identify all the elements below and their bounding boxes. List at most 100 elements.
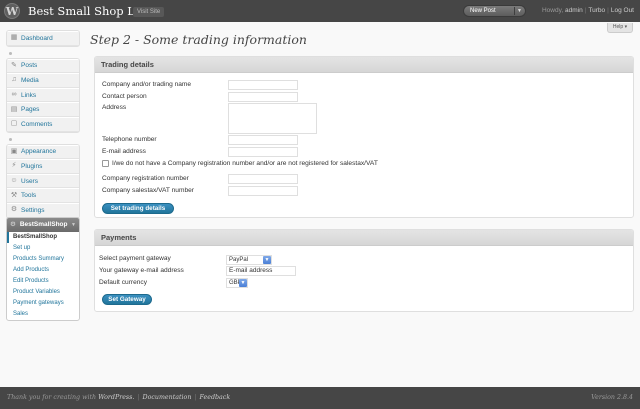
sidebar-item-dashboard[interactable]: ▦ Dashboard (7, 31, 79, 46)
documentation-link[interactable]: Documentation (143, 394, 192, 401)
admin-footer: Thank you for creating with WordPress. | D… (0, 387, 640, 409)
sidebar-item-posts[interactable]: ✎ Posts (7, 58, 79, 74)
sidebar-item-tools[interactable]: ⚒ Tools (7, 188, 79, 203)
gear-icon: ⚙ (10, 221, 16, 228)
user-link[interactable]: admin (565, 7, 583, 14)
posts-icon: ✎ (11, 61, 17, 69)
submenu-add-products[interactable]: Add Products (7, 265, 79, 276)
registration-number-label: Company registration number (102, 175, 189, 182)
sidebar-item-label: Users (21, 177, 38, 185)
sidebar-item-label: Plugins (21, 162, 43, 170)
submenu-set-up[interactable]: Set up (7, 243, 79, 254)
default-currency-select[interactable]: GBP ▼ (226, 278, 248, 288)
default-currency-label: Default currency (99, 279, 148, 286)
payments-box: Payments Select payment gateway PayPal ▼… (94, 229, 634, 312)
chevron-down-icon[interactable]: ▼ (514, 7, 524, 15)
payment-gateway-label: Select payment gateway (99, 255, 171, 262)
payment-gateway-value: PayPal (229, 257, 249, 263)
new-post-dropdown[interactable]: New Post ▼ (463, 5, 526, 17)
menu-separator (6, 50, 80, 58)
submenu-edit-products[interactable]: Edit Products (7, 276, 79, 287)
address-label: Address (102, 104, 127, 111)
sidebar-item-appearance[interactable]: ▣ Appearance (7, 144, 79, 160)
set-trading-details-button[interactable]: Set trading details (102, 203, 174, 214)
page-title: Step 2 - Some trading information (90, 32, 307, 47)
sidebar-item-bestsmallshop[interactable]: ⚙ BestSmallShop ▼ (7, 218, 79, 232)
sidebar-item-media[interactable]: ♫ Media (7, 73, 79, 88)
admin-sidebar: ▦ Dashboard ✎ Posts ♫ Media ∞ Links ▤ Pages ▢… (6, 30, 80, 222)
vat-number-label: Company salestax/VAT number (102, 187, 194, 194)
submenu-sales[interactable]: Sales (7, 309, 79, 320)
sidebar-item-label: Appearance (21, 148, 57, 156)
wordpress-logo-icon: W (4, 3, 20, 19)
pages-icon: ▤ (10, 105, 18, 113)
submenu-products-summary[interactable]: Products Summary (7, 254, 79, 265)
appearance-icon: ▣ (10, 147, 18, 155)
comments-icon: ▢ (10, 120, 18, 128)
address-textarea[interactable] (228, 103, 317, 134)
chevron-down-icon[interactable]: ▼ (71, 218, 76, 232)
sidebar-item-links[interactable]: ∞ Links (7, 87, 79, 103)
dashboard-icon: ▦ (10, 34, 18, 42)
menu-group-dashboard: ▦ Dashboard (6, 30, 80, 47)
footer-links: Thank you for creating with WordPress. | D… (7, 394, 231, 401)
no-registration-label: I/we do not have a Company registration … (112, 160, 378, 167)
sidebar-item-label: Settings (21, 206, 45, 214)
footer-thanks: Thank you for creating with (7, 394, 97, 401)
user-links: Howdy, admin | Turbo | Log Out (541, 7, 634, 14)
settings-icon: ⚙ (10, 206, 18, 214)
chevron-down-icon: ▼ (239, 279, 247, 287)
company-name-field[interactable] (228, 80, 298, 90)
sidebar-item-label: Comments (21, 120, 53, 128)
payment-gateway-select[interactable]: PayPal ▼ (226, 255, 272, 265)
gateway-email-label: Your gateway e-mail address (99, 267, 184, 274)
feedback-link[interactable]: Feedback (200, 394, 231, 401)
turbo-link[interactable]: Turbo (588, 7, 605, 14)
sidebar-item-comments[interactable]: ▢ Comments (7, 116, 79, 132)
telephone-field[interactable] (228, 135, 298, 145)
tools-icon: ⚒ (10, 191, 18, 199)
sidebar-item-users[interactable]: ☺ Users (7, 173, 79, 189)
version-text: Version 2.8.4 (591, 394, 633, 401)
trading-details-heading: Trading details (95, 57, 633, 73)
chevron-down-icon: ▼ (263, 256, 271, 264)
registration-number-field[interactable] (228, 174, 298, 184)
sidebar-item-plugins[interactable]: ⚡ Plugins (7, 159, 79, 174)
sidebar-item-label: Tools (21, 192, 37, 200)
company-name-label: Company and/or trading name (102, 81, 192, 88)
site-title[interactable]: Best Small Shop Lite (28, 4, 150, 18)
submenu-payment-gateways[interactable]: Payment gateways (7, 298, 79, 309)
submenu-bestsmallshop[interactable]: BestSmallShop (7, 232, 79, 243)
howdy-text: Howdy, (541, 7, 564, 14)
telephone-label: Telephone number (102, 136, 157, 143)
submenu-product-variables[interactable]: Product Variables (7, 287, 79, 298)
menu-separator (6, 136, 80, 144)
trading-details-box: Trading details Company and/or trading n… (94, 56, 634, 218)
sidebar-item-label: Links (21, 91, 37, 99)
shop-menu-title: BestSmallShop (19, 221, 68, 228)
email-field[interactable] (228, 147, 298, 157)
payments-heading: Payments (95, 230, 633, 246)
sidebar-item-pages[interactable]: ▤ Pages (7, 102, 79, 117)
logout-link[interactable]: Log Out (611, 7, 634, 14)
sidebar-item-label: Posts (21, 62, 38, 70)
menu-group-admin: ▣ Appearance ⚡ Plugins ☺ Users ⚒ Tools ⚙ Sett… (6, 143, 80, 219)
vat-number-field[interactable] (228, 186, 298, 196)
plugins-icon: ⚡ (11, 162, 17, 170)
help-tab[interactable]: Help ▾ (607, 23, 633, 33)
sidebar-item-label: Dashboard (21, 34, 53, 42)
media-icon: ♫ (11, 76, 17, 84)
visit-site-button[interactable]: Visit Site (133, 7, 165, 17)
contact-person-field[interactable] (228, 92, 298, 102)
sidebar-item-label: Media (21, 76, 39, 84)
help-label: Help (612, 24, 624, 30)
email-label: E-mail address (102, 148, 146, 155)
no-registration-checkbox[interactable] (102, 160, 109, 167)
wordpress-link[interactable]: WordPress. (98, 394, 134, 401)
users-icon: ☺ (10, 177, 18, 185)
sidebar-item-settings[interactable]: ⚙ Settings (7, 202, 79, 218)
contact-person-label: Contact person (102, 93, 147, 100)
set-gateway-button[interactable]: Set Gateway (102, 294, 152, 305)
menu-group-content: ✎ Posts ♫ Media ∞ Links ▤ Pages ▢ Comments (6, 57, 80, 133)
gateway-email-field[interactable]: E-mail address (226, 266, 296, 276)
